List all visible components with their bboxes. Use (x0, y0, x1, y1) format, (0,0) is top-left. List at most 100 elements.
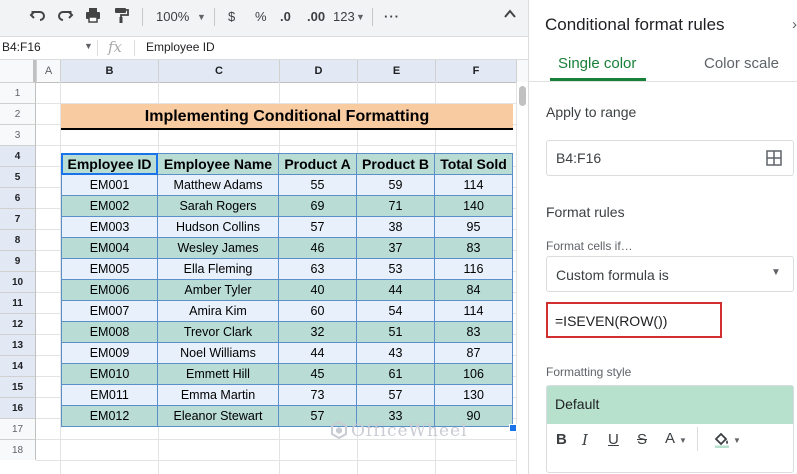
redo-icon[interactable] (55, 6, 75, 28)
scrollbar-thumb[interactable] (519, 86, 526, 106)
chevron-down-icon[interactable]: ▼ (771, 267, 781, 278)
fill-color-icon[interactable] (713, 430, 731, 453)
undo-icon[interactable] (28, 6, 48, 28)
row-header-3[interactable]: 3 (0, 124, 36, 145)
text-color-icon[interactable]: A (665, 430, 675, 447)
table-cell[interactable]: 44 (279, 343, 357, 364)
chevron-down-icon[interactable]: ▼ (679, 436, 687, 445)
table-cell[interactable]: Amira Kim (158, 301, 279, 322)
percent-button[interactable]: % (255, 7, 267, 27)
table-cell[interactable]: EM001 (61, 175, 158, 196)
tab-color-scale[interactable]: Color scale (704, 55, 779, 72)
close-icon[interactable]: › (792, 16, 797, 33)
row-header-12[interactable]: 12 (0, 313, 36, 334)
row-header-2[interactable]: 2 (0, 103, 36, 124)
table-cell[interactable]: EM005 (61, 259, 158, 280)
selection-fill-handle[interactable] (509, 424, 517, 432)
column-header-f[interactable]: F (435, 60, 517, 82)
column-header-b[interactable]: B (60, 60, 158, 82)
table-cell[interactable]: 37 (357, 238, 435, 259)
more-horiz-icon[interactable]: ··· (384, 7, 400, 27)
table-cell[interactable]: 57 (279, 217, 357, 238)
table-cell[interactable]: 54 (357, 301, 435, 322)
row-header-4[interactable]: 4 (0, 145, 36, 166)
table-cell[interactable]: Hudson Collins (158, 217, 279, 238)
table-cell[interactable]: Sarah Rogers (158, 196, 279, 217)
column-header-d[interactable]: D (279, 60, 357, 82)
table-cell[interactable]: EM002 (61, 196, 158, 217)
table-header-cell[interactable]: Employee Name (158, 153, 279, 175)
range-input[interactable]: B4:F16 (546, 140, 794, 176)
name-box[interactable]: B4:F16 (2, 40, 41, 54)
chevron-up-icon[interactable] (500, 6, 520, 28)
underline-icon[interactable]: U (608, 431, 619, 448)
table-cell[interactable]: 83 (435, 322, 513, 343)
table-cell[interactable]: EM003 (61, 217, 158, 238)
table-cell[interactable]: 114 (435, 175, 513, 196)
select-all-corner[interactable] (0, 60, 36, 82)
row-header-17[interactable]: 17 (0, 418, 36, 439)
table-header-cell[interactable]: Employee ID (61, 153, 158, 175)
paint-format-icon[interactable] (111, 6, 131, 28)
table-cell[interactable]: 46 (279, 238, 357, 259)
italic-icon[interactable]: I (582, 431, 588, 449)
row-header-10[interactable]: 10 (0, 271, 36, 292)
table-header-cell[interactable]: Total Sold (435, 153, 513, 175)
table-cell[interactable]: 51 (357, 322, 435, 343)
table-cell[interactable]: Noel Williams (158, 343, 279, 364)
table-cell[interactable]: 71 (357, 196, 435, 217)
table-cell[interactable]: 55 (279, 175, 357, 196)
table-cell[interactable]: 73 (279, 385, 357, 406)
strikethrough-icon[interactable]: S (637, 431, 647, 448)
custom-formula-input[interactable]: =ISEVEN(ROW()) (546, 302, 722, 338)
table-cell[interactable]: 63 (279, 259, 357, 280)
table-cell[interactable]: 114 (435, 301, 513, 322)
table-cell[interactable]: 60 (279, 301, 357, 322)
table-cell[interactable]: 116 (435, 259, 513, 280)
table-cell[interactable]: 95 (435, 217, 513, 238)
grid-select-icon[interactable] (766, 150, 782, 171)
table-cell[interactable]: 87 (435, 343, 513, 364)
table-cell[interactable]: 84 (435, 280, 513, 301)
currency-button[interactable]: $ (228, 7, 235, 27)
table-cell[interactable]: EM009 (61, 343, 158, 364)
chevron-down-icon[interactable]: ▼ (84, 41, 93, 51)
row-header-5[interactable]: 5 (0, 166, 36, 187)
row-header-9[interactable]: 9 (0, 250, 36, 271)
chevron-down-icon[interactable]: ▼ (356, 7, 365, 27)
sheet-title[interactable]: Implementing Conditional Formatting (61, 104, 513, 130)
print-icon[interactable] (83, 6, 103, 28)
table-cell[interactable]: EM006 (61, 280, 158, 301)
table-cell[interactable]: 43 (357, 343, 435, 364)
table-cell[interactable]: 38 (357, 217, 435, 238)
table-cell[interactable]: EM007 (61, 301, 158, 322)
table-cell[interactable]: EM004 (61, 238, 158, 259)
chevron-down-icon[interactable]: ▼ (197, 7, 206, 27)
condition-select[interactable]: Custom formula is ▼ (546, 256, 794, 292)
style-preview[interactable]: Default (547, 386, 793, 424)
table-cell[interactable]: Amber Tyler (158, 280, 279, 301)
table-cell[interactable]: 40 (279, 280, 357, 301)
chevron-down-icon[interactable]: ▼ (733, 436, 741, 445)
bold-icon[interactable]: B (556, 431, 567, 448)
increase-decimal-button[interactable]: .00 (307, 7, 325, 27)
table-cell[interactable]: 140 (435, 196, 513, 217)
column-header-e[interactable]: E (357, 60, 435, 82)
table-cell[interactable]: 83 (435, 238, 513, 259)
zoom-select[interactable]: 100% (156, 7, 189, 27)
row-header-8[interactable]: 8 (0, 229, 36, 250)
table-cell[interactable]: 53 (357, 259, 435, 280)
vertical-scrollbar[interactable] (517, 82, 528, 474)
more-formats-button[interactable]: 123 (333, 7, 355, 27)
table-cell[interactable]: Matthew Adams (158, 175, 279, 196)
table-header-cell[interactable]: Product B (357, 153, 435, 175)
tab-single-color[interactable]: Single color (558, 55, 636, 72)
table-cell[interactable]: 69 (279, 196, 357, 217)
row-header-11[interactable]: 11 (0, 292, 36, 313)
table-cell[interactable]: 44 (357, 280, 435, 301)
table-cell[interactable]: Wesley James (158, 238, 279, 259)
decrease-decimal-button[interactable]: .0 (280, 7, 291, 27)
table-cell[interactable]: 106 (435, 364, 513, 385)
row-header-1[interactable]: 1 (0, 82, 36, 103)
row-header-7[interactable]: 7 (0, 208, 36, 229)
